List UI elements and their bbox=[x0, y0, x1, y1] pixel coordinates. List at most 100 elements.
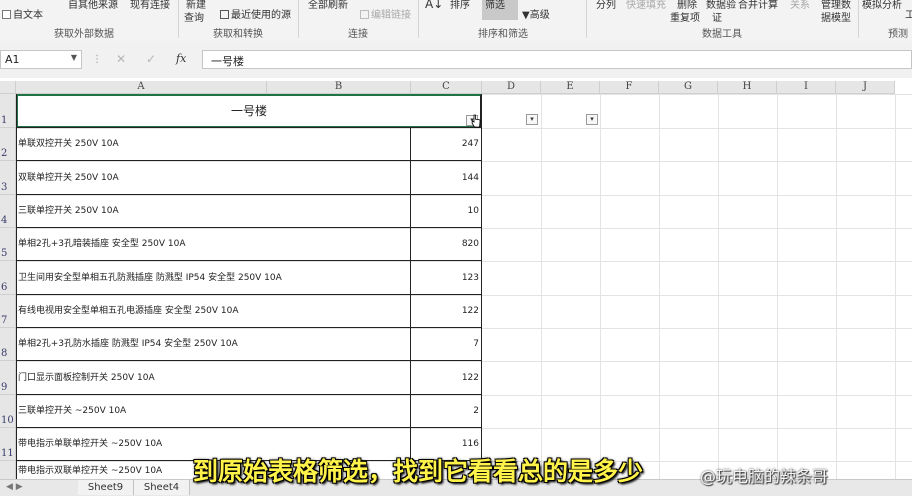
cell-item-name[interactable]: 单联双控开关 250V 10A bbox=[16, 128, 411, 161]
group-label-data-tools: 数据工具 bbox=[702, 29, 742, 40]
group-label-external-data: 获取外部数据 bbox=[54, 29, 114, 40]
row-header-4[interactable]: 4 bbox=[0, 195, 16, 228]
cell-item-qty[interactable]: 247 bbox=[411, 128, 481, 161]
edit-links-button[interactable]: 编辑链接 bbox=[360, 6, 411, 21]
row-header-9[interactable]: 9 bbox=[0, 361, 16, 395]
table-border bbox=[16, 160, 482, 161]
cell-item-qty[interactable]: 10 bbox=[411, 195, 481, 228]
manage-data-model-label-2: 据模型 bbox=[821, 13, 851, 24]
more-dots-icon: ⋮ bbox=[92, 54, 102, 65]
row-header-8[interactable]: 8 bbox=[0, 328, 16, 361]
from-other-sources-button[interactable]: 自其他来源 bbox=[68, 0, 118, 11]
cell-item-qty[interactable]: 144 bbox=[411, 161, 481, 195]
formula-input[interactable]: 一号楼 bbox=[202, 50, 912, 69]
row-header-3[interactable]: 3 bbox=[0, 161, 16, 195]
column-header-f[interactable]: F bbox=[600, 81, 659, 94]
column-header-h[interactable]: H bbox=[718, 81, 777, 94]
flash-fill-button[interactable]: 快速填充 bbox=[626, 0, 666, 11]
forecast-sheet-button[interactable]: 工 bbox=[905, 6, 912, 21]
row-header-1[interactable]: 1 bbox=[0, 94, 16, 128]
cell-item-qty[interactable]: 2 bbox=[411, 395, 481, 428]
remove-duplicates-label-2: 重复项 bbox=[670, 13, 700, 24]
consolidate-button[interactable]: 合并计算 bbox=[738, 0, 778, 11]
cell-item-name[interactable]: 有线电视用安全型单相五孔电源插座 安全型 250V 10A bbox=[16, 295, 411, 328]
recent-sources-icon bbox=[220, 10, 229, 19]
cell-item-qty[interactable]: 122 bbox=[411, 295, 481, 328]
gridline bbox=[895, 94, 896, 481]
worksheet-grid[interactable]: ABCDEFGHIJ 123456789101112 一号楼 单联双控开关 25… bbox=[0, 81, 912, 481]
cell-item-name[interactable]: 单相2孔+3孔暗装插座 安全型 250V 10A bbox=[16, 228, 411, 261]
gridline bbox=[659, 94, 660, 481]
row-header-10[interactable]: 10 bbox=[0, 395, 16, 428]
sort-az-icon[interactable]: A↓ bbox=[425, 0, 443, 11]
refresh-all-button[interactable]: 全部刷新 bbox=[308, 0, 348, 11]
filter-dropdown-e1[interactable]: ▾ bbox=[586, 114, 598, 125]
cell-item-qty[interactable]: 820 bbox=[411, 228, 481, 261]
chevron-down-icon[interactable]: ▼ bbox=[71, 53, 77, 62]
existing-connections-button[interactable]: 现有连接 bbox=[130, 0, 170, 11]
cell-item-name[interactable]: 单相2孔+3孔防水插座 防溅型 IP54 安全型 250V 10A bbox=[16, 328, 411, 361]
ribbon-separator bbox=[586, 0, 587, 38]
column-header-g[interactable]: G bbox=[659, 81, 718, 94]
row-header-2[interactable]: 2 bbox=[0, 128, 16, 161]
cell-item-qty[interactable]: 123 bbox=[411, 261, 481, 295]
enter-icon[interactable]: ✓ bbox=[146, 52, 156, 66]
row-number: 9 bbox=[1, 382, 8, 393]
row-number: 6 bbox=[1, 282, 8, 293]
name-box[interactable]: A1 ▼ bbox=[0, 50, 82, 69]
tab-sheet4[interactable]: Sheet4 bbox=[134, 480, 190, 495]
table-border bbox=[16, 294, 482, 295]
group-label-sort-filter: 排序和筛选 bbox=[478, 29, 528, 40]
cell-item-qty[interactable]: 7 bbox=[411, 328, 481, 361]
cell-a1-title[interactable]: 一号楼 bbox=[16, 94, 481, 128]
sort-button[interactable]: 排序 bbox=[450, 0, 470, 11]
gridline bbox=[777, 94, 778, 481]
table-border bbox=[16, 394, 482, 395]
tab-sheet9[interactable]: Sheet9 bbox=[78, 480, 134, 495]
row-header-7[interactable]: 7 bbox=[0, 295, 16, 328]
filter-button[interactable]: 筛选 bbox=[482, 0, 518, 20]
row-number: 2 bbox=[1, 148, 8, 159]
relationships-button[interactable]: 关系 bbox=[790, 0, 810, 11]
ribbon-separator bbox=[418, 0, 419, 38]
table-border bbox=[16, 227, 482, 228]
tab-scroll-icon[interactable]: ◀ ▶ bbox=[6, 480, 23, 495]
ribbon-separator bbox=[298, 0, 299, 38]
cell-item-name[interactable]: 卫生间用安全型单相五孔防溅插座 防溅型 IP54 安全型 250V 10A bbox=[16, 261, 411, 295]
column-header-b[interactable]: B bbox=[267, 81, 411, 94]
cancel-icon[interactable]: ✕ bbox=[116, 52, 126, 66]
row-header-6[interactable]: 6 bbox=[0, 261, 16, 295]
advanced-filter-button[interactable]: ▼高级 bbox=[522, 6, 550, 21]
row-header-12[interactable]: 12 bbox=[0, 461, 16, 481]
table-border bbox=[16, 427, 482, 428]
column-header-a[interactable]: A bbox=[16, 81, 267, 94]
column-header-c[interactable]: C bbox=[411, 81, 482, 94]
cell-item-name[interactable]: 三联单控开关 250V 10A bbox=[16, 195, 411, 228]
recent-sources-button[interactable]: 最近使用的源 bbox=[220, 6, 291, 21]
table-border bbox=[16, 194, 482, 195]
gridline bbox=[718, 94, 719, 481]
group-label-forecast: 预测 bbox=[888, 29, 908, 40]
insert-function-icon[interactable]: fx bbox=[176, 52, 186, 65]
query-dropdown[interactable]: 查询 bbox=[184, 9, 204, 24]
cell-item-name[interactable]: 三联单控开关 ~250V 10A bbox=[16, 395, 411, 428]
table-border bbox=[410, 128, 411, 481]
text-to-columns-button[interactable]: 分列 bbox=[596, 0, 616, 11]
row-header-5[interactable]: 5 bbox=[0, 228, 16, 261]
cell-item-name[interactable]: 门口显示面板控制开关 250V 10A bbox=[16, 361, 411, 395]
filter-dropdown-d1[interactable]: ▾ bbox=[526, 114, 538, 125]
select-all-corner[interactable] bbox=[0, 81, 16, 94]
table-border bbox=[16, 260, 482, 261]
what-if-analysis-button[interactable]: 模拟分析 bbox=[862, 0, 902, 11]
column-header-j[interactable]: J bbox=[836, 81, 895, 94]
group-label-connections: 连接 bbox=[348, 29, 368, 40]
from-text-button[interactable]: 自文本 bbox=[2, 6, 43, 21]
column-header-d[interactable]: D bbox=[482, 81, 541, 94]
column-header-i[interactable]: I bbox=[777, 81, 836, 94]
row-number: 1 bbox=[1, 115, 8, 126]
watermark: @玩电脑的辣条哥 bbox=[700, 467, 829, 486]
cell-item-qty[interactable]: 122 bbox=[411, 361, 481, 395]
row-header-11[interactable]: 11 bbox=[0, 428, 16, 461]
cell-item-name[interactable]: 双联单控开关 250V 10A bbox=[16, 161, 411, 195]
column-header-e[interactable]: E bbox=[541, 81, 600, 94]
